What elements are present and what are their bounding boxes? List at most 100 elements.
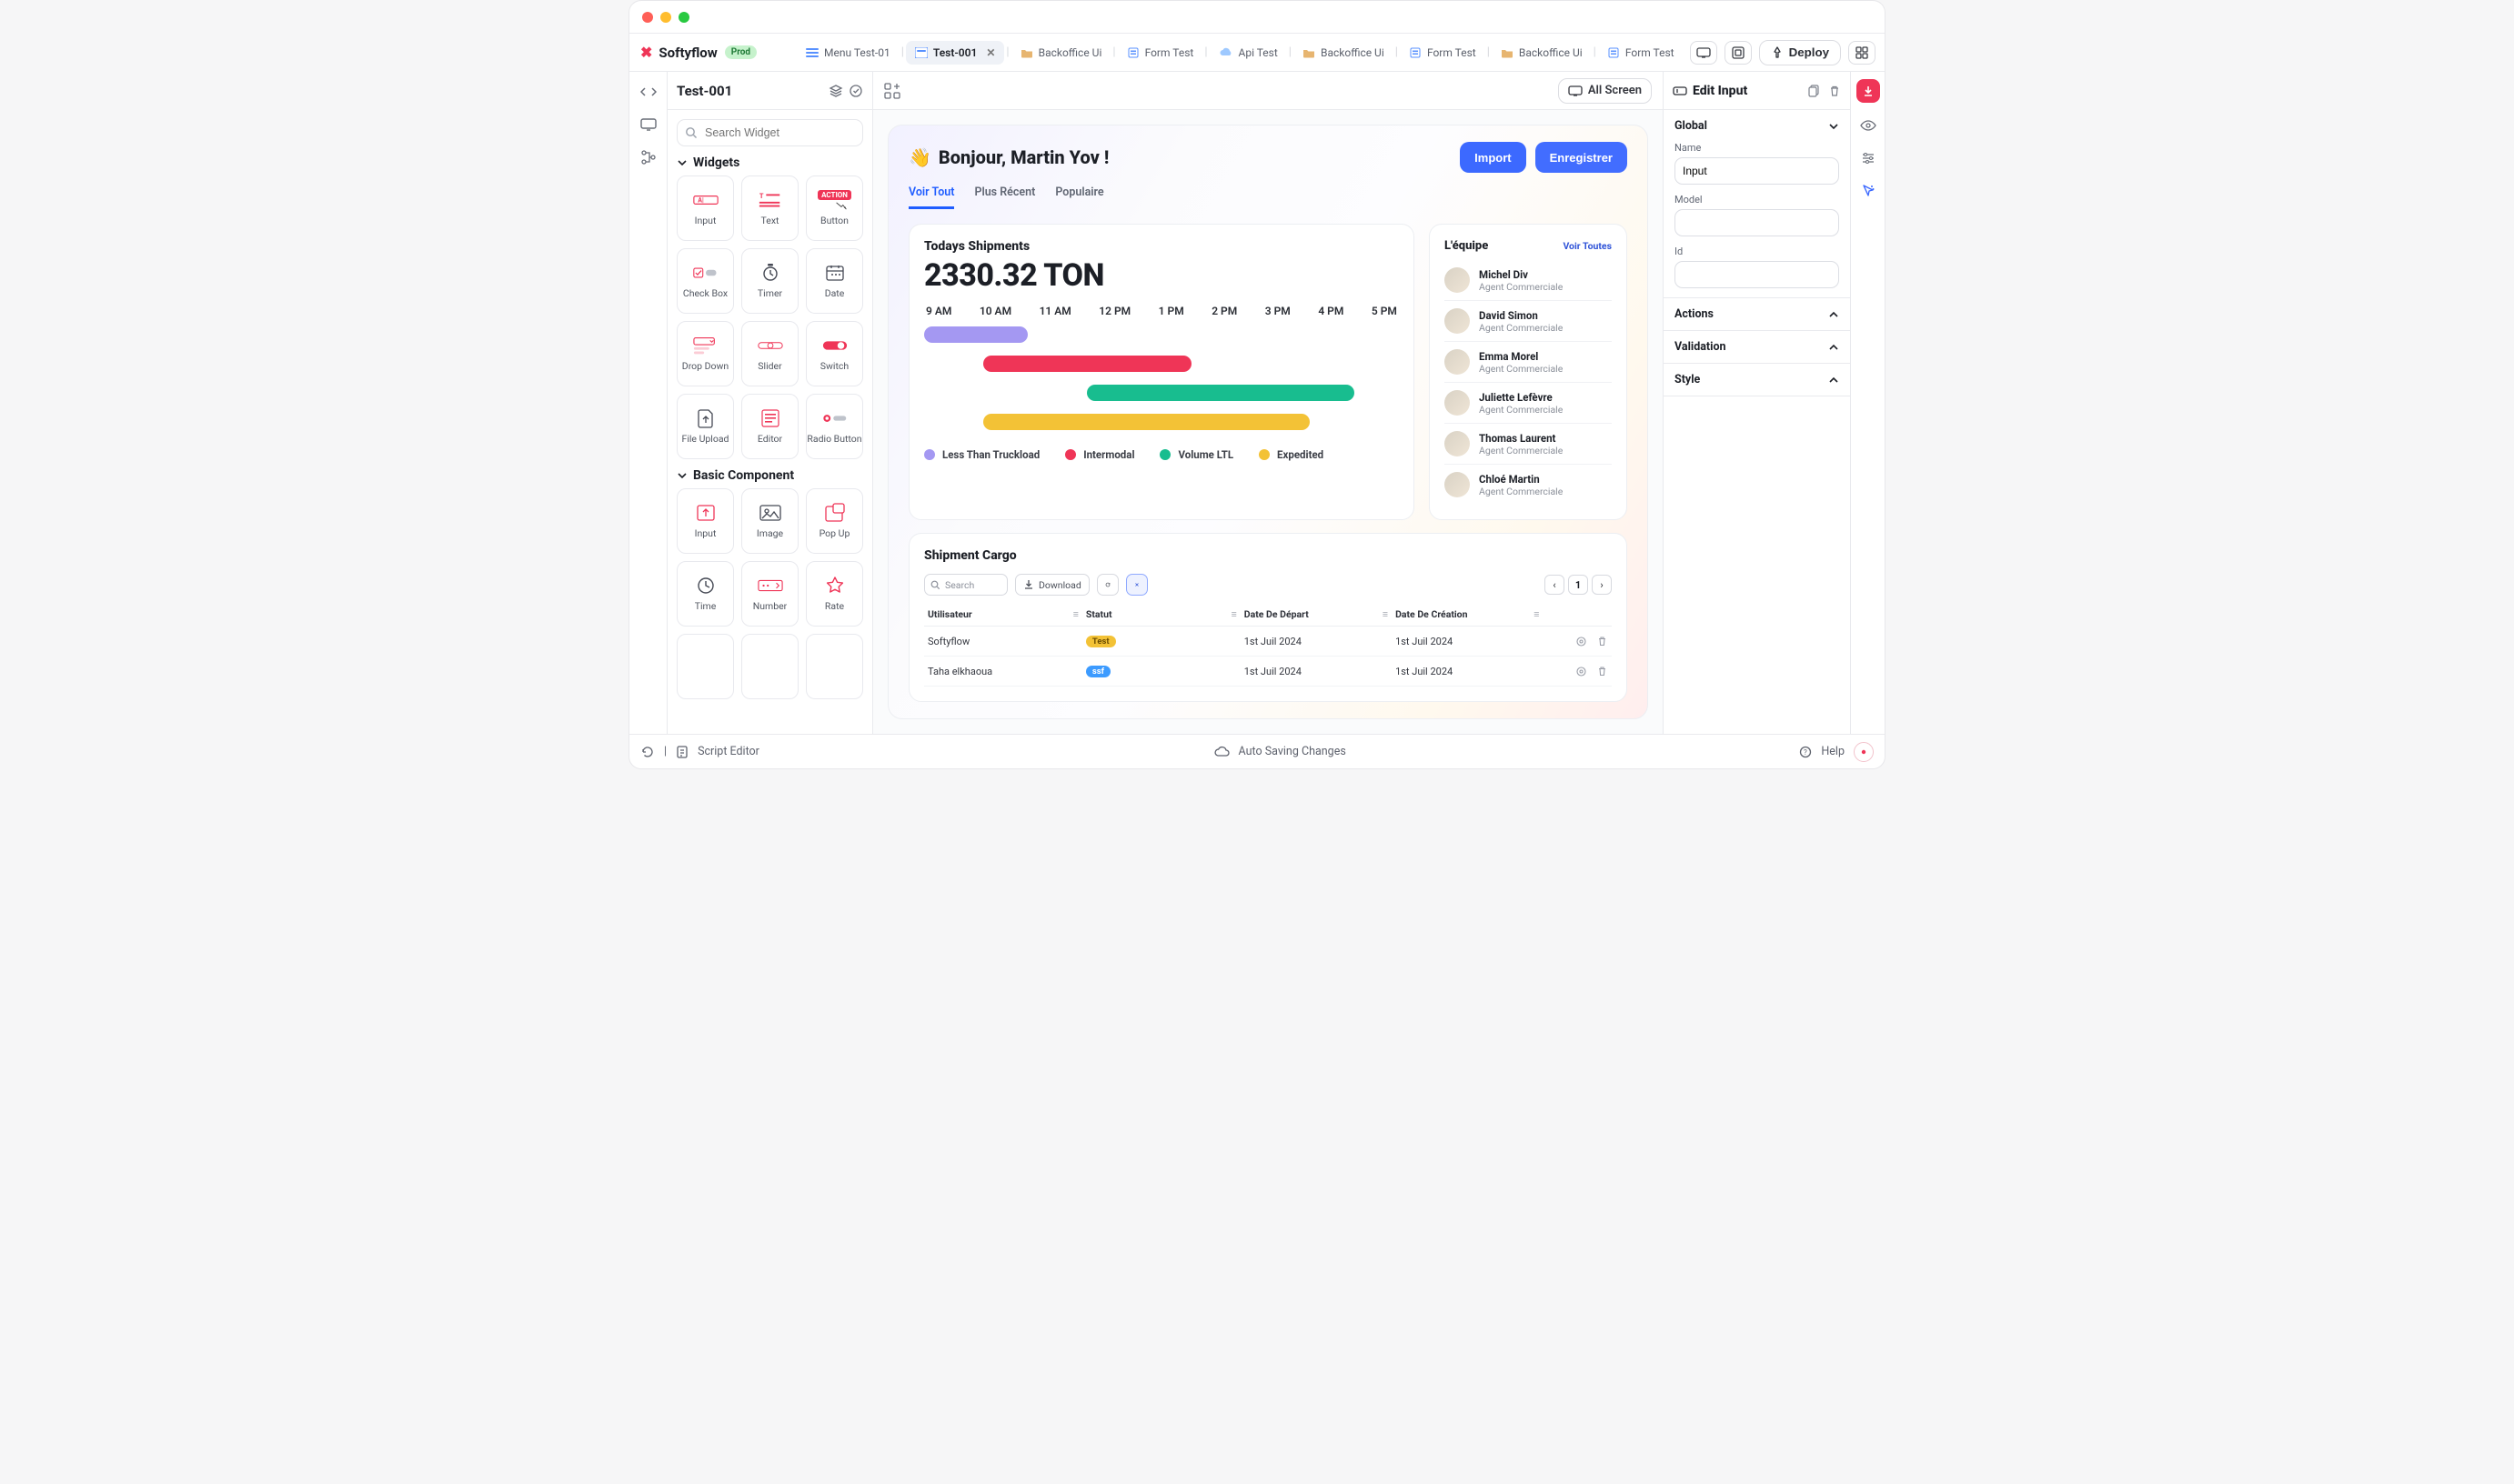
check-icon[interactable] [849, 84, 863, 98]
section-widgets[interactable]: Widgets [668, 155, 872, 175]
row-settings-icon[interactable] [1575, 636, 1587, 647]
table-row[interactable]: Taha elkhaouassf1st Juil 20241st Juil 20… [924, 657, 1612, 687]
group-validation-toggle[interactable]: Validation [1674, 340, 1839, 354]
group-style-toggle[interactable]: Style [1674, 373, 1839, 386]
tab-plus-recent[interactable]: Plus Récent [974, 186, 1035, 209]
rail-screen-icon[interactable] [639, 115, 658, 134]
widget-button[interactable]: ACTION Button [806, 175, 863, 241]
basic-popup[interactable]: Pop Up [806, 488, 863, 554]
tab-backoffice-3[interactable]: Backoffice Ui [1492, 34, 1592, 71]
grid-button[interactable] [1848, 41, 1875, 65]
folder-icon [1021, 47, 1033, 58]
search-widget-input[interactable] [677, 119, 863, 146]
tab-voir-tout[interactable]: Voir Tout [909, 186, 954, 209]
widget-date[interactable]: Date [806, 248, 863, 314]
row-delete-icon[interactable] [1596, 636, 1608, 647]
history-icon[interactable] [640, 745, 655, 759]
input-name[interactable] [1674, 157, 1839, 185]
cargo-refresh-button[interactable] [1097, 574, 1119, 596]
page-number[interactable]: 1 [1568, 575, 1588, 595]
all-screen-button[interactable]: All Screen [1558, 78, 1652, 104]
eye-icon[interactable] [1858, 115, 1878, 135]
window-max-dot[interactable] [679, 12, 689, 23]
basic-image[interactable]: Image [741, 488, 799, 554]
script-icon[interactable] [676, 745, 689, 759]
team-view-all-link[interactable]: Voir Toutes [1563, 240, 1612, 252]
tab-test-001[interactable]: Test-001 ✕ [906, 41, 1005, 65]
team-member[interactable]: Juliette LefèvreAgent Commerciale [1444, 383, 1612, 424]
tab-form-2[interactable]: Form Test [1400, 34, 1485, 71]
sliders-icon[interactable] [1858, 148, 1878, 168]
input-model[interactable] [1674, 209, 1839, 236]
import-button[interactable]: Import [1460, 142, 1525, 173]
table-row[interactable]: SoftyflowTest1st Juil 20241st Juil 2024 [924, 627, 1612, 657]
widget-input[interactable]: A| Input [677, 175, 734, 241]
page-prev-button[interactable]: ‹ [1544, 575, 1564, 595]
widget-file-upload[interactable]: File Upload [677, 394, 734, 459]
copy-icon[interactable] [1808, 85, 1821, 97]
group-actions-toggle[interactable]: Actions [1674, 307, 1839, 321]
tab-form-1[interactable]: Form Test [1118, 34, 1203, 71]
window-min-dot[interactable] [660, 12, 671, 23]
rail-expand-icon[interactable] [639, 83, 658, 101]
widget-checkbox[interactable]: Check Box [677, 248, 734, 314]
cargo-filter-button[interactable] [1126, 574, 1148, 596]
tab-backoffice-1[interactable]: Backoffice Ui [1011, 34, 1111, 71]
status-red-icon[interactable] [1854, 742, 1874, 762]
tab-close-icon[interactable]: ✕ [986, 46, 995, 59]
window-close-dot[interactable] [642, 12, 653, 23]
sort-icon[interactable]: ≡ [1534, 608, 1539, 620]
basic-number[interactable]: Number [741, 561, 799, 627]
save-icon[interactable] [1856, 79, 1880, 103]
cursor-icon[interactable] [1858, 181, 1878, 201]
basic-input[interactable]: Input [677, 488, 734, 554]
basic-time[interactable]: Time [677, 561, 734, 627]
add-block-icon[interactable] [884, 83, 900, 99]
cargo-download-button[interactable]: Download [1015, 574, 1090, 596]
rail-tree-icon[interactable] [639, 148, 658, 166]
sort-icon[interactable]: ≡ [1383, 608, 1388, 620]
section-basic-component[interactable]: Basic Component [668, 468, 872, 488]
team-member[interactable]: Michel DivAgent Commerciale [1444, 260, 1612, 301]
help-icon[interactable]: ? [1799, 746, 1812, 758]
trash-icon[interactable] [1828, 85, 1841, 97]
widget-editor[interactable]: Editor [741, 394, 799, 459]
preview-button[interactable] [1690, 41, 1717, 65]
tab-populaire[interactable]: Populaire [1055, 186, 1103, 209]
team-member[interactable]: Thomas LaurentAgent Commerciale [1444, 424, 1612, 465]
tab-backoffice-2[interactable]: Backoffice Ui [1293, 34, 1393, 71]
tab-menu-test[interactable]: Menu Test-01 [797, 34, 900, 71]
basic-empty-1[interactable] [677, 634, 734, 699]
menu-icon [806, 47, 819, 58]
row-settings-icon[interactable] [1575, 666, 1587, 677]
widget-radio[interactable]: Radio Button [806, 394, 863, 459]
search-input-field[interactable] [703, 125, 855, 140]
tab-form-3[interactable]: Form Test [1598, 34, 1681, 71]
member-role: Agent Commerciale [1479, 363, 1563, 375]
widget-timer[interactable]: Timer [741, 248, 799, 314]
sort-icon[interactable]: ≡ [1232, 608, 1237, 620]
widget-dropdown[interactable]: Drop Down [677, 321, 734, 386]
basic-empty-3[interactable] [806, 634, 863, 699]
sort-icon[interactable]: ≡ [1073, 608, 1079, 620]
input-id[interactable] [1674, 261, 1839, 288]
widget-switch[interactable]: Switch [806, 321, 863, 386]
settings-button[interactable] [1725, 41, 1752, 65]
basic-empty-2[interactable] [741, 634, 799, 699]
tab-api[interactable]: Api Test [1210, 34, 1287, 71]
group-global-toggle[interactable]: Global [1674, 119, 1839, 133]
team-member[interactable]: Emma MorelAgent Commerciale [1444, 342, 1612, 383]
help-label[interactable]: Help [1821, 745, 1845, 758]
widget-text[interactable]: T Text [741, 175, 799, 241]
cargo-search-input[interactable]: Search [924, 574, 1008, 596]
page-next-button[interactable]: › [1592, 575, 1612, 595]
layers-icon[interactable] [829, 84, 843, 98]
deploy-button[interactable]: Deploy [1759, 40, 1841, 65]
basic-rate[interactable]: Rate [806, 561, 863, 627]
team-member[interactable]: Chloé MartinAgent Commerciale [1444, 465, 1612, 505]
row-delete-icon[interactable] [1596, 666, 1608, 677]
widget-slider[interactable]: Slider [741, 321, 799, 386]
script-editor-label[interactable]: Script Editor [698, 745, 759, 758]
team-member[interactable]: David SimonAgent Commerciale [1444, 301, 1612, 342]
enregistrer-button[interactable]: Enregistrer [1535, 142, 1627, 173]
